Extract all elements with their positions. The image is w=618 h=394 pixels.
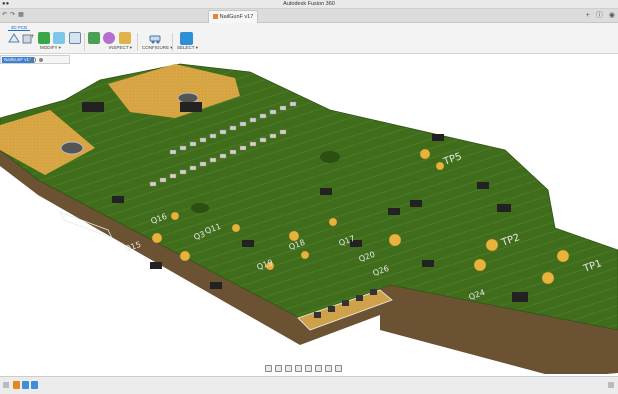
mounting-hole [177,92,199,104]
document-tab-label: NailGunF v17 [219,14,254,20]
mounting-hole [60,141,84,155]
toolbar: 3D PCB + MODIFY ▾ INSPECT ▾ CONFIGURE ▾ … [0,23,618,54]
account-icon[interactable]: ◉ [609,11,615,20]
add-tab-icon[interactable]: + [586,11,590,20]
fit-icon[interactable] [305,365,312,372]
redo-icon[interactable]: ↷ [10,11,15,20]
via-shadow [191,203,209,213]
separator [172,33,173,51]
tab-bar: ↶ ↷ ▦ NailGunF v17 + ⓘ ◉ [0,9,618,23]
pan-icon[interactable] [285,365,292,372]
orbit-icon[interactable] [265,365,272,372]
measure-icon[interactable] [119,32,131,44]
via-shadow [320,151,340,163]
modify-menu[interactable]: MODIFY ▾ [40,45,61,51]
separator [84,33,85,51]
push-board-icon[interactable] [38,32,50,44]
pcb-viewport[interactable]: TP1 TP2 TP5 Q3 Q18 Q19 Q20 Q17 Q15 Q11 Q… [0,56,618,374]
pcb-outline-icon[interactable] [8,32,20,44]
inspect-menu[interactable]: INSPECT ▾ [109,45,132,51]
zoom-icon[interactable] [295,365,302,372]
add-component-icon[interactable]: + [22,32,34,44]
select-menu[interactable]: SELECT ▾ [177,45,198,51]
title-bar: ●● Autodesk Fusion 360 [0,0,618,9]
pull-board-icon[interactable] [53,32,65,44]
timeline-feature[interactable] [31,381,38,389]
document-icon [212,13,218,19]
look-at-icon[interactable] [275,365,282,372]
inspect-green-icon[interactable] [88,32,100,44]
navigation-bar [265,364,353,373]
timeline-start-icon[interactable] [3,382,9,388]
window-title: Autodesk Fusion 360 [283,1,335,7]
grid-settings-icon[interactable] [325,365,332,372]
configure-menu[interactable]: CONFIGURE ▾ [142,45,173,51]
modify-icon[interactable] [69,32,81,44]
display-settings-icon[interactable] [315,365,322,372]
tab-bar-right: + ⓘ ◉ [586,11,615,20]
configure-icon[interactable] [149,32,161,44]
timeline-feature[interactable] [22,381,29,389]
grid-icon[interactable]: ▦ [18,11,24,20]
tab-document[interactable]: NailGunF v17 [208,10,258,23]
separator [137,33,138,51]
timeline [0,376,618,394]
timeline-feature[interactable] [13,381,20,389]
timeline-settings-icon[interactable] [608,382,614,388]
help-icon[interactable]: ⓘ [596,11,603,20]
svg-text:+: + [30,33,34,40]
viewports-icon[interactable] [335,365,342,372]
undo-icon[interactable]: ↶ [2,11,7,20]
inspect-purple-icon[interactable] [103,32,115,44]
quick-access: ↶ ↷ ▦ [2,11,24,20]
tab-3d-pcb[interactable]: 3D PCB [8,24,30,31]
select-cursor-icon[interactable] [180,32,193,45]
